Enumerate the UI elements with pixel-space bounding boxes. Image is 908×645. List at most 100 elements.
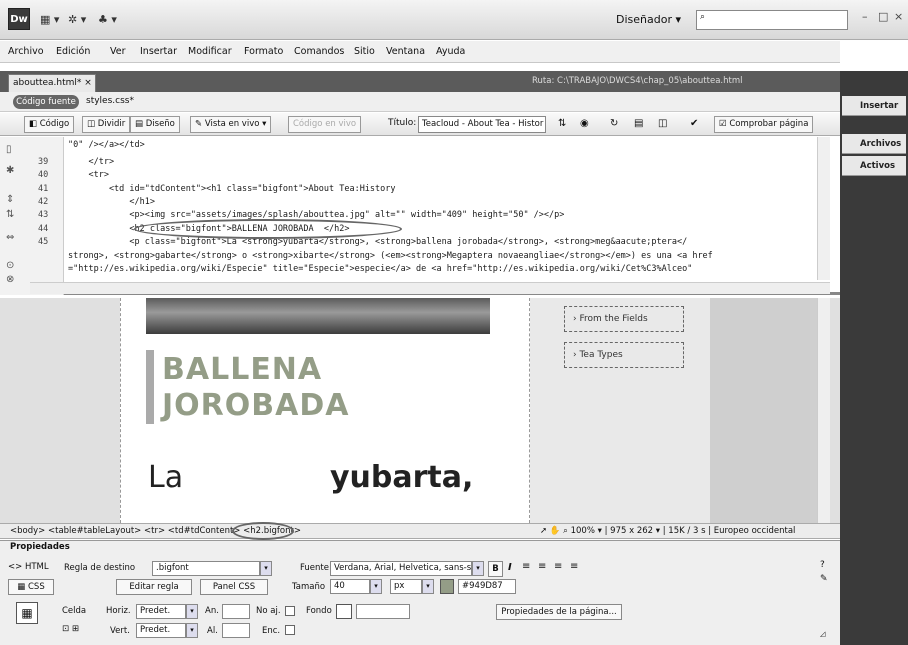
visual-aids-icon[interactable]: ◫ [658,118,667,129]
select-parent-tag-icon[interactable]: ⇅ [6,209,20,221]
quick-tag-editor-icon[interactable]: ✎ [820,574,828,584]
height-input[interactable] [222,623,250,638]
hand-tool-icon[interactable]: ✋ [550,526,561,536]
menu-sitio[interactable]: Sitio [354,46,375,57]
merge-split-icons[interactable]: ⊡ ⊞ [62,624,79,634]
color-swatch[interactable] [440,579,454,594]
html-mode-button[interactable]: <> HTML [8,562,49,572]
minimize-button[interactable]: – [862,10,868,23]
size-dropdown-icon[interactable]: ▾ [370,579,382,594]
edit-rule-button[interactable]: Editar regla [116,579,192,595]
align-center-icon[interactable]: ≡ [538,561,546,572]
page-properties-button[interactable]: Propiedades de la página... [496,604,622,620]
css-mode-button[interactable]: ▦ CSS [8,579,54,595]
bg-color-input[interactable] [356,604,410,619]
vert-select[interactable]: Predet. [136,623,186,638]
width-input[interactable] [222,604,250,619]
menu-ver[interactable]: Ver [110,46,126,57]
css-panel-button[interactable]: Panel CSS [200,579,268,595]
panel-insertar[interactable]: Insertar [842,96,906,116]
extensions-gear-icon[interactable]: ✲ ▾ [68,13,86,26]
tag-tr[interactable]: <tr> [144,526,165,536]
download-weight: 15K / 3 s [668,526,706,536]
menu-formato[interactable]: Formato [244,46,283,57]
split-view-button[interactable]: ◫ Dividir [82,116,131,133]
page-heading[interactable]: BALLENA JOROBADA [162,352,349,424]
unit-dropdown-icon[interactable]: ▾ [422,579,434,594]
open-documents-icon[interactable]: ▯ [6,144,20,156]
side-link-tea-types[interactable]: › Tea Types [564,342,684,368]
italic-button[interactable]: I [508,562,512,573]
expand-panel-icon[interactable]: ◿ [820,630,825,638]
unit-select[interactable]: px [390,579,422,594]
help-icon[interactable]: ? [820,560,825,570]
horiz-dropdown-icon[interactable]: ▾ [186,604,198,619]
target-rule-dropdown-icon[interactable]: ▾ [260,561,272,576]
zoom-select[interactable]: 100% [571,526,595,536]
bg-color-swatch[interactable] [336,604,352,619]
justify-icon[interactable]: ≡ [570,561,578,572]
tag-td[interactable]: <td#tdContent> [168,526,241,536]
view-options-icon[interactable]: ▤ [634,118,643,129]
code-view-button[interactable]: ◧ Código [24,116,75,133]
align-left-icon[interactable]: ≡ [522,561,530,572]
bold-button[interactable]: B [488,561,503,577]
target-rule-select[interactable]: .bigfont [152,561,260,576]
header-checkbox[interactable] [285,625,295,635]
layout-menu-icon[interactable]: ▦ ▾ [40,13,59,26]
live-view-button[interactable]: ✎ Vista en vivo ▾ [190,116,272,133]
live-code-button[interactable]: Código en vivo [288,116,362,133]
search-input[interactable] [696,10,848,30]
align-right-icon[interactable]: ≡ [554,561,562,572]
menu-modificar[interactable]: Modificar [188,46,232,57]
font-dropdown-icon[interactable]: ▾ [472,561,484,576]
page-title-input[interactable]: Teacloud - About Tea - Histor [418,116,546,133]
source-code-button[interactable]: Código fuente [13,95,79,109]
line-number: 43 [38,210,49,220]
menu-insertar[interactable]: Insertar [140,46,177,57]
panel-activos[interactable]: Activos [842,156,906,176]
check-page-button[interactable]: ☑ Comprobar página [714,116,814,133]
side-link-fields[interactable]: › From the Fields [564,306,684,332]
validate-icon[interactable]: ✔ [690,118,698,129]
vert-dropdown-icon[interactable]: ▾ [186,623,198,638]
menu-archivo[interactable]: Archivo [8,46,44,57]
tag-body[interactable]: <body> [10,526,45,536]
tag-table[interactable]: <table#tableLayout> [48,526,141,536]
menu-ventana[interactable]: Ventana [386,46,425,57]
zoom-tool-icon[interactable]: ⌕ [563,526,568,536]
color-input[interactable]: #949D87 [458,579,516,594]
horiz-select[interactable]: Predet. [136,604,186,619]
file-management-icon[interactable]: ⇅ [558,118,566,129]
close-button[interactable]: × [894,10,903,23]
font-select[interactable]: Verdana, Arial, Helvetica, sans-se [330,561,472,576]
remove-comment-icon[interactable]: ⊗ [6,274,20,286]
design-view-button[interactable]: ▤ Diseño [130,116,180,133]
status-info: ➚ ✋ ⌕ 100% ▾ | 975 x 262 ▾ | 15K / 3 s |… [540,526,796,536]
dreamweaver-logo[interactable]: Dw [8,8,30,30]
code-vertical-scrollbar[interactable] [817,137,830,280]
close-tab-icon[interactable]: × [84,78,92,88]
properties-title[interactable]: Propiedades [10,542,70,552]
refresh-icon[interactable]: ↻ [610,118,618,129]
related-file-styles[interactable]: styles.css* [86,96,134,106]
maximize-button[interactable]: □ [878,10,888,23]
apply-comment-icon[interactable]: ⊙ [6,260,20,272]
menu-edicion[interactable]: Edición [56,46,90,57]
collapse-tag-icon[interactable]: ✱ [6,165,20,177]
preview-browser-icon[interactable]: ◉ [580,118,589,129]
site-icon[interactable]: ♣ ▾ [98,13,117,26]
panel-archivos[interactable]: Archivos [842,134,906,154]
document-tab[interactable]: abouttea.html* × [8,74,96,92]
menu-ayuda[interactable]: Ayuda [436,46,465,57]
nowrap-checkbox[interactable] [285,606,295,616]
size-select[interactable]: 40 [330,579,370,594]
window-size[interactable]: 975 x 262 [610,526,653,536]
select-tool-icon[interactable]: ➚ [540,526,547,536]
design-vertical-scrollbar[interactable] [817,298,830,523]
menu-comandos[interactable]: Comandos [294,46,344,57]
expand-all-icon[interactable]: ⇕ [6,194,20,206]
balance-braces-icon[interactable]: ⇔ [6,232,20,244]
workspace-switcher[interactable]: Diseñador ▾ [612,10,694,30]
code-horizontal-scrollbar[interactable] [30,282,830,294]
